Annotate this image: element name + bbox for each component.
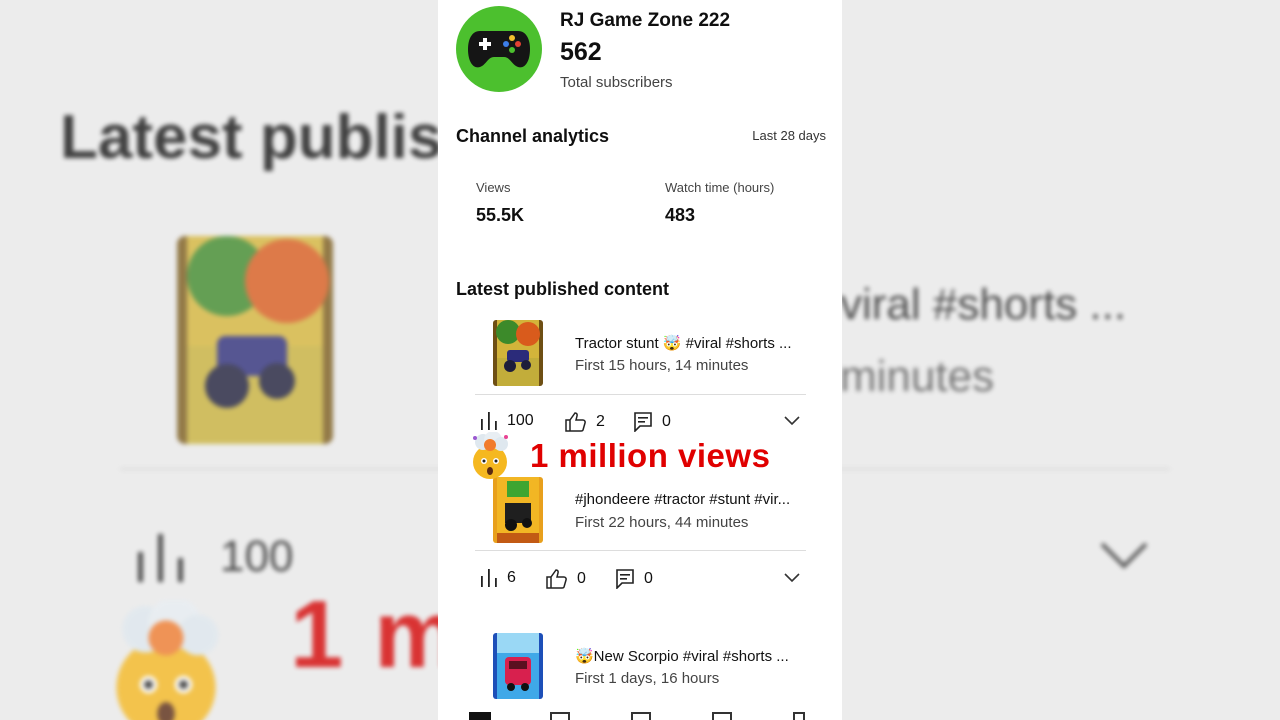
views-metric: 100 xyxy=(481,412,534,430)
background-exploding-head-emoji xyxy=(116,600,219,720)
video-thumbnail[interactable] xyxy=(493,477,543,543)
views-metric: 6 xyxy=(481,569,516,587)
channel-name[interactable]: RJ Game Zone 222 xyxy=(560,10,730,32)
video-thumbnail[interactable] xyxy=(493,320,543,386)
background-title: Latest publis xyxy=(60,103,443,172)
thumbs-up-icon xyxy=(546,569,567,589)
video-age: First 1 days, 16 hours xyxy=(575,670,720,687)
comments-count: 0 xyxy=(644,570,653,587)
views-count: 6 xyxy=(507,569,516,586)
divider xyxy=(475,394,806,395)
background-views-count: 100 xyxy=(220,532,294,581)
bar-chart-icon xyxy=(481,412,497,430)
background-video-subtitle: minutes xyxy=(840,352,995,401)
watch-time-label: Watch time (hours) xyxy=(665,180,775,195)
bottom-navigation xyxy=(438,710,842,720)
thumbs-up-icon xyxy=(565,412,586,432)
chevron-down-icon[interactable] xyxy=(784,416,800,426)
comment-icon xyxy=(616,569,634,589)
views-count: 100 xyxy=(507,412,534,429)
video-title[interactable]: 🤯New Scorpio #viral #shorts ... xyxy=(575,647,807,665)
nav-dashboard-icon[interactable] xyxy=(469,712,491,720)
channel-avatar[interactable] xyxy=(456,6,542,92)
subscriber-label: Total subscribers xyxy=(560,74,673,91)
comments-metric: 0 xyxy=(634,412,671,432)
likes-metric: 2 xyxy=(565,412,605,432)
likes-count: 0 xyxy=(577,570,586,587)
date-range: Last 28 days xyxy=(752,128,826,143)
video-thumbnail[interactable] xyxy=(493,633,543,699)
chevron-down-icon[interactable] xyxy=(784,573,800,583)
nav-earn-icon[interactable] xyxy=(793,712,805,720)
subscriber-count: 562 xyxy=(560,38,602,66)
analytics-title: Channel analytics xyxy=(456,126,610,146)
nav-content-icon[interactable] xyxy=(550,712,570,720)
bar-chart-icon xyxy=(481,569,497,587)
likes-count: 2 xyxy=(596,413,605,430)
background-thumbnail xyxy=(177,236,333,444)
video-age: First 22 hours, 44 minutes xyxy=(575,514,749,531)
background-video-title: viral #shorts ... xyxy=(840,280,1127,329)
views-value: 55.5K xyxy=(476,205,525,225)
video-age: First 15 hours, 14 minutes xyxy=(575,357,749,374)
video-title[interactable]: Tractor stunt 🤯 #viral #shorts ... xyxy=(575,334,807,352)
comments-count: 0 xyxy=(662,413,671,430)
content-item[interactable]: #jhondeere #tractor #stunt #vir... First… xyxy=(438,477,842,597)
content-item[interactable]: 🤯New Scorpio #viral #shorts ... First 1 … xyxy=(438,633,842,703)
phone-screen: RJ Game Zone 222 562 Total subscribers C… xyxy=(438,0,842,720)
video-title[interactable]: #jhondeere #tractor #stunt #vir... xyxy=(575,491,807,508)
comments-metric: 0 xyxy=(616,569,653,589)
background-bars-icon xyxy=(138,534,183,582)
background-chevron-icon xyxy=(1100,542,1148,569)
watch-time-value: 483 xyxy=(665,205,696,225)
nav-comments-icon[interactable] xyxy=(712,712,732,720)
likes-metric: 0 xyxy=(546,569,586,589)
nav-analytics-icon[interactable] xyxy=(631,712,651,720)
content-item[interactable]: Tractor stunt 🤯 #viral #shorts ... First… xyxy=(438,320,842,440)
comment-icon xyxy=(634,412,652,432)
gamepad-icon xyxy=(468,31,530,68)
latest-content-title: Latest published content xyxy=(456,279,670,299)
views-label: Views xyxy=(476,180,511,195)
divider xyxy=(475,550,806,551)
